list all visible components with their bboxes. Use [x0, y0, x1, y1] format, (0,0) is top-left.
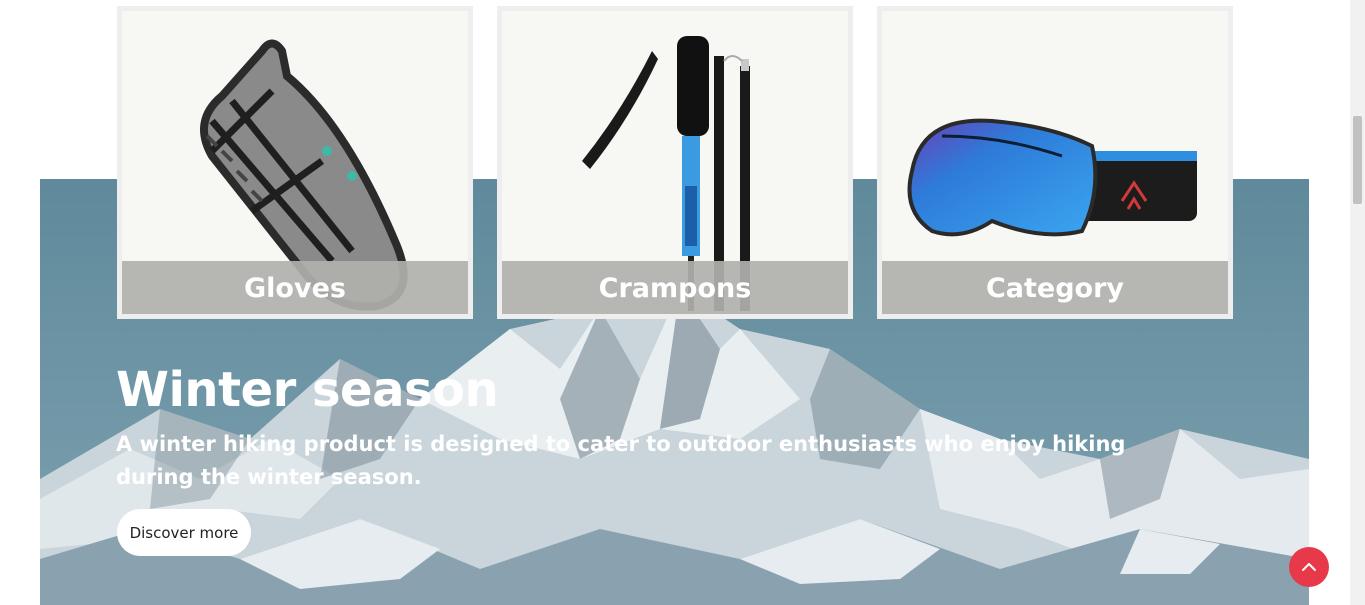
card-image-area: Gloves	[122, 11, 468, 314]
hero-description: A winter hiking product is designed to c…	[116, 432, 1126, 489]
hero-title: Winter season	[116, 362, 499, 418]
scrollbar-thumb[interactable]	[1353, 116, 1362, 204]
category-card-crampons[interactable]: Crampons	[497, 6, 853, 319]
card-label: Gloves	[122, 261, 468, 314]
category-card-gloves[interactable]: Gloves	[117, 6, 473, 319]
card-image-area: Category	[882, 11, 1228, 314]
card-label: Category	[882, 261, 1228, 314]
back-to-top-button[interactable]	[1289, 547, 1329, 587]
card-image-area: Crampons	[502, 11, 848, 314]
card-label: Crampons	[502, 261, 848, 314]
discover-more-button[interactable]: Discover more	[117, 509, 251, 556]
category-card-category[interactable]: Category	[877, 6, 1233, 319]
chevron-up-icon	[1302, 563, 1316, 571]
page-scrollbar[interactable]	[1350, 0, 1365, 605]
